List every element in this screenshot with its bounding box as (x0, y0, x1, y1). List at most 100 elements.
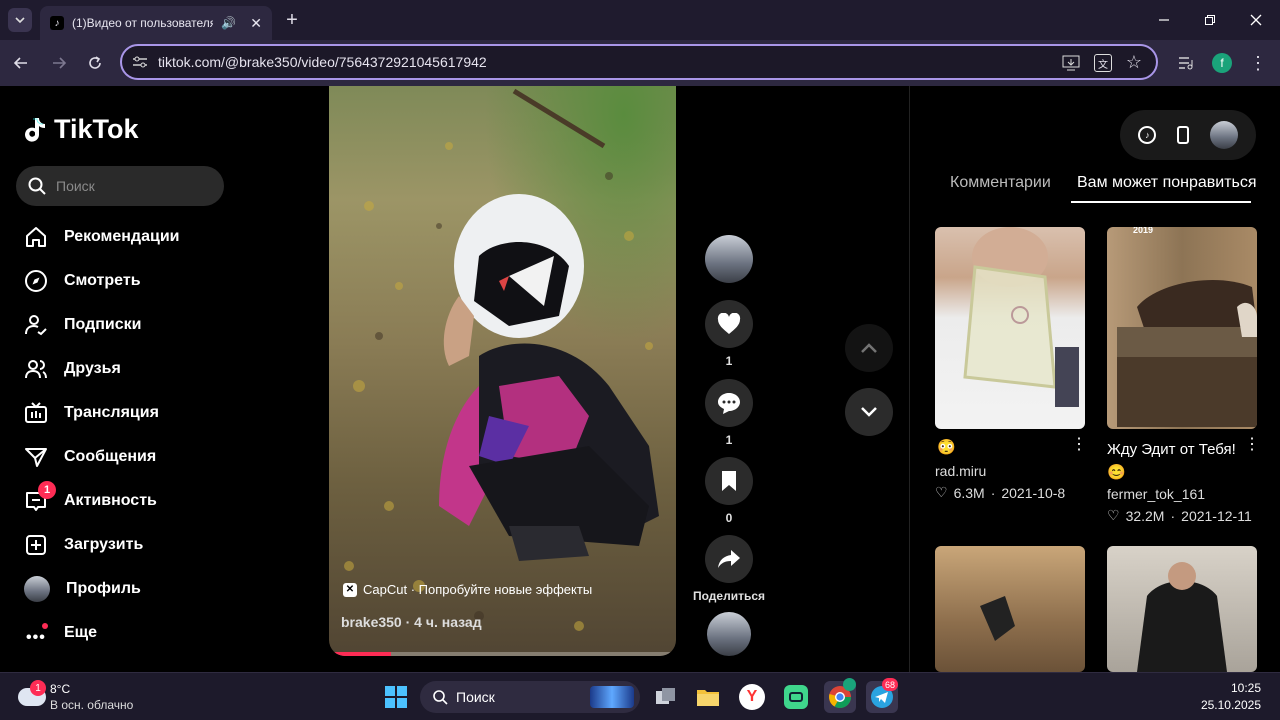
video-author[interactable]: fermer_tok_161 (1107, 486, 1205, 502)
heart-outline-icon: ♡ (935, 484, 948, 500)
sidebar-item-recommendations[interactable]: Рекомендации (24, 219, 224, 255)
yandex-browser-icon[interactable]: Y (736, 681, 768, 713)
reload-icon[interactable] (84, 52, 106, 74)
sidebar-item-label: Смотреть (64, 272, 141, 289)
tab-recommended[interactable]: Вам может понравиться (1077, 174, 1257, 192)
save-count: 0 (725, 511, 733, 525)
media-control-icon[interactable] (1176, 53, 1196, 73)
site-info-icon[interactable] (132, 55, 148, 72)
translate-icon[interactable]: 文 (1094, 54, 1112, 72)
capcut-label: CapCut · Попробуйте новые эффекты (363, 582, 593, 597)
telegram-icon[interactable]: 68 (866, 678, 899, 713)
window-close-icon[interactable] (1244, 10, 1268, 30)
video-frame (329, 86, 676, 656)
task-view-icon[interactable] (650, 681, 682, 713)
tab-close-icon[interactable]: ✕ (250, 15, 262, 32)
next-video-button[interactable] (845, 388, 893, 436)
tab-comments[interactable]: Комментарии (950, 174, 1051, 192)
messages-icon (25, 448, 47, 467)
messenger-app-icon[interactable] (780, 681, 812, 713)
url-text: tiktok.com/@brake350/video/7564372921045… (158, 54, 487, 70)
taskbar-search[interactable]: Поиск (420, 681, 640, 713)
share-icon (718, 550, 740, 568)
restore-icon[interactable] (1198, 10, 1222, 30)
bookmark-icon (722, 471, 736, 491)
sidebar-item-following[interactable]: Подписки (24, 307, 224, 343)
tiktok-sidebar: TikTok Поиск Рекомендации Смотреть Подпи… (0, 86, 240, 672)
tab-title: (1)Видео от пользователя (72, 16, 214, 30)
sidebar-item-friends[interactable]: Друзья (24, 351, 224, 387)
logo-text: TikTok (54, 114, 139, 144)
browser-menu-icon[interactable]: ⋮ (1248, 52, 1268, 74)
previous-video-button[interactable] (845, 324, 893, 372)
sidebar-item-watch[interactable]: Смотреть (24, 263, 224, 299)
chrome-icon[interactable] (824, 678, 856, 713)
minimize-icon[interactable] (1152, 10, 1176, 30)
sidebar-item-upload[interactable]: Загрузить (24, 527, 224, 563)
speaker-icon[interactable]: 🔊 (221, 16, 236, 30)
video-likes: 32.2M (1125, 507, 1165, 524)
get-app-icon[interactable] (1176, 126, 1189, 144)
sound-avatar[interactable] (705, 612, 753, 656)
author-avatar[interactable] (705, 235, 753, 283)
activity-badge: 1 (38, 481, 56, 499)
tiktok-favicon-icon: ♪ (50, 16, 64, 30)
new-tab-icon[interactable]: + (282, 9, 302, 31)
install-app-icon[interactable] (1062, 55, 1080, 74)
comment-button[interactable]: 1 (705, 379, 753, 447)
thumbnail-image (1137, 562, 1227, 672)
search-icon (433, 690, 448, 705)
user-avatar[interactable] (1209, 121, 1238, 149)
video-progress-track[interactable] (329, 652, 676, 656)
sidebar-item-messages[interactable]: Сообщения (24, 439, 224, 475)
recommended-video-thumbnail[interactable] (935, 546, 1085, 672)
file-explorer-icon[interactable] (692, 681, 724, 713)
video-more-icon[interactable]: ⋮ (1071, 434, 1087, 454)
tab-active-underline (1071, 201, 1251, 203)
video-meta: ♡ 6.3M · 2021-10-8 (935, 484, 1065, 501)
sidebar-item-label: Рекомендации (64, 228, 180, 245)
tab-search-icon[interactable] (8, 8, 32, 32)
search-input[interactable]: Поиск (16, 166, 224, 206)
sidebar-item-live[interactable]: Трансляция (24, 395, 224, 431)
clock-date[interactable]: 25.10.2025 (1190, 698, 1261, 712)
sidebar-item-profile[interactable]: Профиль (24, 571, 224, 607)
recommended-video-thumbnail[interactable] (935, 227, 1085, 429)
bookmark-star-icon[interactable]: ☆ (1126, 52, 1142, 73)
tiktok-logo[interactable]: TikTok (24, 114, 139, 145)
thumbnail-image (1117, 279, 1257, 427)
weather-widget[interactable]: 1 8°C В осн. облачно (18, 680, 178, 714)
share-button[interactable]: Поделиться (690, 535, 768, 603)
back-icon[interactable] (10, 52, 32, 74)
weather-badge: 1 (30, 680, 46, 696)
video-player[interactable]: ✕ CapCut · Попробуйте новые эффекты brak… (329, 86, 676, 656)
video-author-line[interactable]: brake350 · 4 ч. назад (341, 614, 482, 630)
thumbnail-image (963, 227, 1079, 407)
windows-start-icon[interactable] (380, 681, 412, 713)
address-bar[interactable]: tiktok.com/@brake350/video/7564372921045… (120, 44, 1158, 80)
profile-avatar[interactable]: f (1212, 53, 1232, 73)
sidebar-item-label: Профиль (66, 580, 141, 597)
recommended-video-thumbnail[interactable] (1107, 546, 1257, 672)
video-author[interactable]: rad.miru (935, 463, 986, 479)
video-more-icon[interactable]: ⋮ (1244, 434, 1260, 454)
taskbar-search-label: Поиск (456, 689, 495, 705)
sidebar-item-activity[interactable]: 1 Активность (24, 481, 224, 519)
capcut-banner[interactable]: ✕ CapCut · Попробуйте новые эффекты (343, 582, 592, 597)
meta-separator: · (990, 484, 996, 501)
recommended-video-thumbnail[interactable]: 2019 (1107, 227, 1257, 429)
like-button[interactable]: 1 (705, 300, 753, 368)
sidebar-item-more[interactable]: ••• Еще (24, 615, 224, 651)
forward-icon[interactable] (48, 52, 70, 74)
thumbnail-image (980, 596, 1015, 641)
browser-tab-strip: ♪ (1)Видео от пользователя 🔊 ✕ + (0, 0, 1280, 40)
video-meta: ♡ 32.2M · 2021-12-11 (1107, 507, 1252, 524)
compass-icon (25, 270, 47, 292)
save-button[interactable]: 0 (705, 457, 753, 525)
clock-time[interactable]: 10:25 (1205, 681, 1261, 695)
sidebar-item-label: Активность (64, 492, 157, 509)
browser-tab[interactable]: ♪ (1)Видео от пользователя 🔊 ✕ (40, 6, 272, 40)
tiktok-note-icon (25, 117, 45, 142)
get-coins-icon[interactable]: ♪ (1138, 126, 1157, 144)
live-icon (25, 402, 47, 423)
